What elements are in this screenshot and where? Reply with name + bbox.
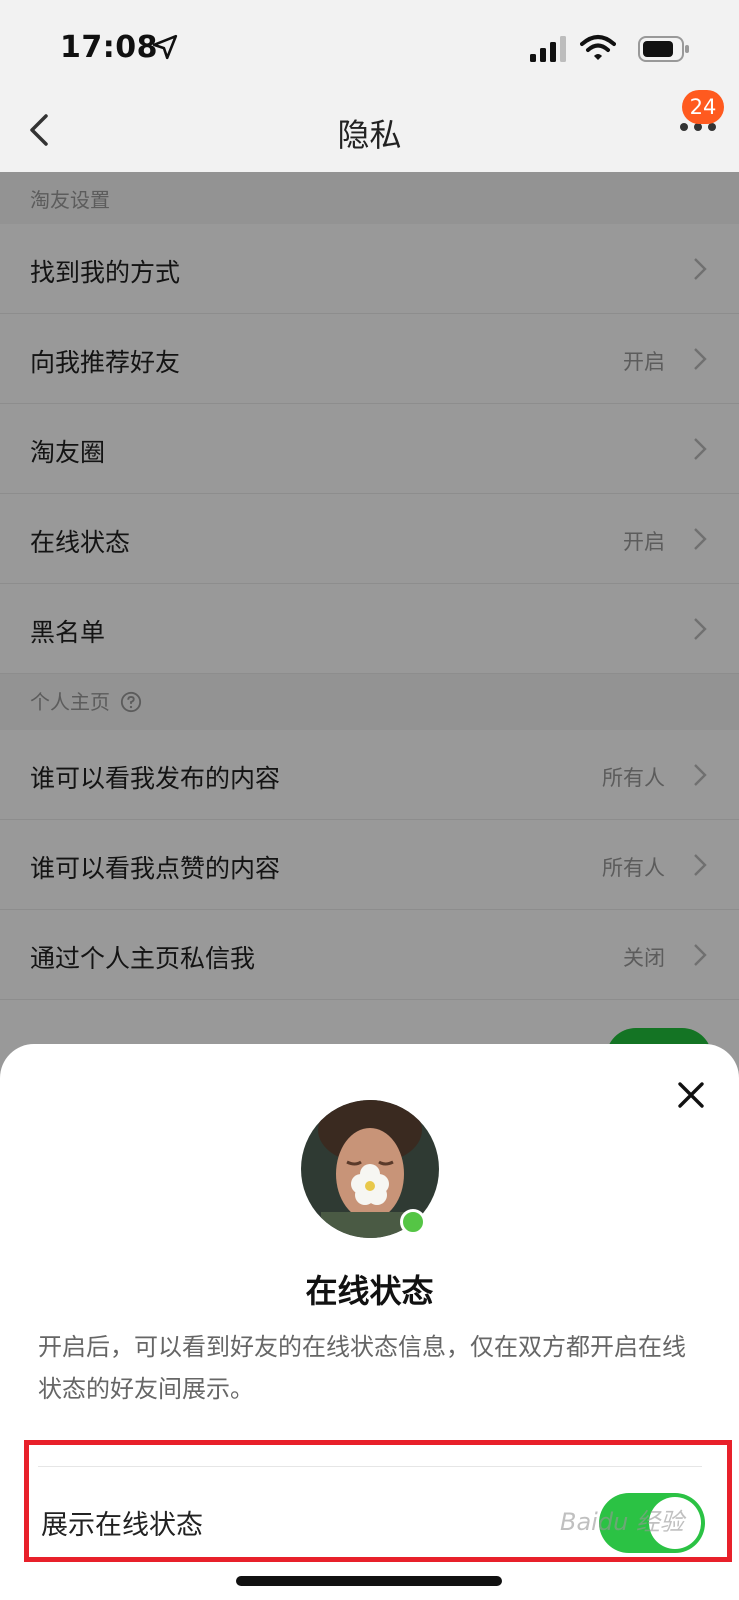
close-icon[interactable] <box>676 1080 706 1110</box>
sheet-description: 开启后，可以看到好友的在线状态信息，仅在双方都开启在线状态的好友间展示。 <box>38 1333 686 1403</box>
online-status-sheet: 在线状态 开启后，可以看到好友的在线状态信息，仅在双方都开启在线状态的好友间展示… <box>0 1044 739 1600</box>
notification-badge: 24 <box>682 90 724 124</box>
watermark: Baidu 经验 <box>560 1508 684 1536</box>
online-indicator-dot <box>400 1209 426 1235</box>
status-time: 17:08 <box>60 30 158 65</box>
show-online-status-label: 展示在线状态 <box>41 1510 203 1541</box>
page-title: 隐私 <box>337 116 402 154</box>
wifi-icon <box>580 35 616 60</box>
home-indicator[interactable] <box>236 1576 502 1586</box>
battery-icon <box>638 36 689 62</box>
location-arrow-icon <box>152 34 178 60</box>
cellular-signal-icon <box>530 36 566 62</box>
sheet-title: 在线状态 <box>305 1272 434 1310</box>
show-online-status-row: 展示在线状态 <box>24 1440 732 1562</box>
nav-bar: 隐私 24 <box>0 90 739 172</box>
status-bar: 17:08 <box>0 0 739 96</box>
